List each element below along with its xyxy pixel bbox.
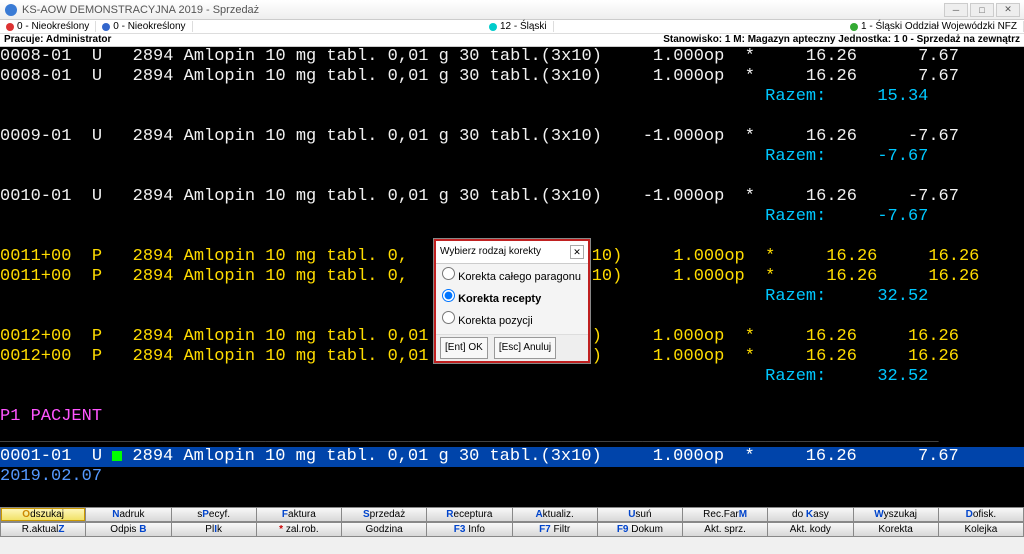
fkey-usun[interactable]: Usuń bbox=[597, 507, 682, 522]
option-whole-receipt[interactable]: Korekta całego paragonu bbox=[442, 266, 582, 288]
dot-icon bbox=[102, 23, 110, 31]
data-row: 0010-01 U 2894 Amlopin 10 mg tabl. 0,01 … bbox=[0, 187, 1024, 207]
fkey-receptura[interactable]: Receptura bbox=[426, 507, 511, 522]
fkey-row-1: Odszukaj Nadruk sPecyf. Faktura Sprzedaż… bbox=[0, 507, 1024, 522]
dialog-title: Wybierz rodzaj korekty bbox=[440, 242, 541, 262]
data-row: 0009-01 U 2894 Amlopin 10 mg tabl. 0,01 … bbox=[0, 127, 1024, 147]
marker-icon bbox=[112, 451, 122, 461]
fkey-kolejka[interactable]: Kolejka bbox=[938, 522, 1024, 537]
divider: ________________________________________… bbox=[0, 427, 1024, 447]
dot-icon bbox=[850, 23, 858, 31]
fkey-godzina[interactable]: Godzina bbox=[341, 522, 426, 537]
fkey-dokasy[interactable]: do Kasy bbox=[767, 507, 852, 522]
status-user: Pracuje: Administrator bbox=[0, 34, 115, 46]
subtotal-row: Razem: -7.67 bbox=[0, 207, 1024, 227]
fkey-f3info[interactable]: F3 Info bbox=[426, 522, 511, 537]
dialog-titlebar: Wybierz rodzaj korekty ✕ bbox=[436, 241, 588, 264]
patient-row: P1 PACJENT bbox=[0, 407, 1024, 427]
fkey-korekta[interactable]: Korekta bbox=[853, 522, 938, 537]
fkey-aktkody[interactable]: Akt. kody bbox=[767, 522, 852, 537]
data-row: 0008-01 U 2894 Amlopin 10 mg tabl. 0,01 … bbox=[0, 67, 1024, 87]
selected-row[interactable]: 0001-01 U 2894 Amlopin 10 mg tabl. 0,01 … bbox=[0, 447, 1024, 467]
fkey-faktura[interactable]: Faktura bbox=[256, 507, 341, 522]
fkey-zalrob[interactable]: zal.rob. bbox=[256, 522, 341, 537]
subtotal-row: Razem: 32.52 bbox=[0, 367, 1024, 387]
option-position[interactable]: Korekta pozycji bbox=[442, 310, 582, 332]
dot-icon bbox=[489, 23, 497, 31]
dot-icon bbox=[6, 23, 14, 31]
fkey-dofisk[interactable]: Dofisk. bbox=[938, 507, 1024, 522]
context-bar: 0 - Nieokreślony 0 - Nieokreślony 12 - Ś… bbox=[0, 20, 1024, 34]
maximize-button[interactable]: □ bbox=[970, 3, 994, 17]
status-right: Stanowisko: 1 M: Magazyn apteczny Jednos… bbox=[659, 34, 1024, 46]
fkey-nadruk[interactable]: Nadruk bbox=[85, 507, 170, 522]
fkey-odpisb[interactable]: Odpis B bbox=[85, 522, 170, 537]
dialog-ok-button[interactable]: [Ent] OK bbox=[440, 337, 488, 359]
fkey-f9dokum[interactable]: F9 Dokum bbox=[597, 522, 682, 537]
fkey-odszukaj[interactable]: Odszukaj bbox=[0, 507, 85, 522]
context-cell-2[interactable]: 0 - Nieokreślony bbox=[96, 21, 192, 32]
fkey-aktsprz[interactable]: Akt. sprz. bbox=[682, 522, 767, 537]
fkey-raktualz[interactable]: R.aktualZ bbox=[0, 522, 85, 537]
subtotal-row: Razem: 15.34 bbox=[0, 87, 1024, 107]
fkey-row-2: R.aktualZ Odpis B PlIk zal.rob. Godzina … bbox=[0, 522, 1024, 537]
date-row: 2019.02.07 bbox=[0, 467, 1024, 487]
context-cell-4[interactable]: 1 - Śląski Oddział Wojewódzki NFZ bbox=[844, 21, 1024, 32]
app-icon bbox=[4, 3, 18, 17]
title-bar: KS-AOW DEMONSTRACYJNA 2019 - Sprzedaż ─ … bbox=[0, 0, 1024, 20]
terminal-area: 0008-01 U 2894 Amlopin 10 mg tabl. 0,01 … bbox=[0, 47, 1024, 507]
fkey-aktualiz[interactable]: Aktualiz. bbox=[512, 507, 597, 522]
fkey-specyf[interactable]: sPecyf. bbox=[171, 507, 256, 522]
fkey-wyszukaj[interactable]: Wyszukaj bbox=[853, 507, 938, 522]
fkey-plik[interactable]: PlIk bbox=[171, 522, 256, 537]
context-cell-3[interactable]: 12 - Śląski bbox=[483, 21, 554, 32]
status-line: Pracuje: Administrator Stanowisko: 1 M: … bbox=[0, 34, 1024, 47]
window-title: KS-AOW DEMONSTRACYJNA 2019 - Sprzedaż bbox=[22, 4, 944, 16]
fkey-recfarm[interactable]: Rec.FarM bbox=[682, 507, 767, 522]
option-prescription[interactable]: Korekta recepty bbox=[442, 288, 582, 310]
correction-type-dialog: Wybierz rodzaj korekty ✕ Korekta całego … bbox=[434, 239, 590, 363]
fkey-f7filtr[interactable]: F7 Filtr bbox=[512, 522, 597, 537]
minimize-button[interactable]: ─ bbox=[944, 3, 968, 17]
dialog-cancel-button[interactable]: [Esc] Anuluj bbox=[494, 337, 556, 359]
dialog-close-button[interactable]: ✕ bbox=[570, 245, 584, 259]
subtotal-row: Razem: -7.67 bbox=[0, 147, 1024, 167]
close-button[interactable]: ✕ bbox=[996, 3, 1020, 17]
data-row: 0008-01 U 2894 Amlopin 10 mg tabl. 0,01 … bbox=[0, 47, 1024, 67]
context-cell-1[interactable]: 0 - Nieokreślony bbox=[0, 21, 96, 32]
fkey-sprzedaz[interactable]: Sprzedaż bbox=[341, 507, 426, 522]
